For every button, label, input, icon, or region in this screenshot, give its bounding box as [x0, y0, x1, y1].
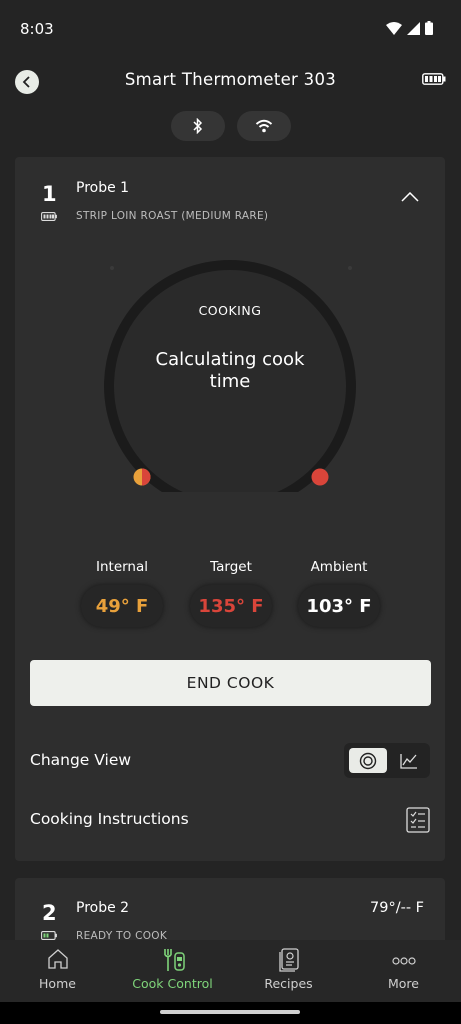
graph-view-icon [400, 753, 417, 769]
thermometer-battery-icon [422, 73, 446, 85]
cell-signal-icon [407, 21, 420, 35]
status-icons [386, 21, 433, 35]
status-time: 8:03 [20, 20, 54, 38]
nav-label: Home [39, 976, 76, 991]
ambient-label: Ambient [310, 559, 368, 575]
probe-number: 2 [42, 901, 57, 925]
probe-battery-charging-icon [41, 931, 57, 940]
nav-recipes[interactable]: Recipes [231, 940, 346, 1002]
nav-more[interactable]: More [346, 940, 461, 1002]
instructions-checklist-icon[interactable] [406, 807, 430, 833]
end-cook-button[interactable]: END COOK [30, 660, 431, 706]
wifi-icon [255, 119, 273, 133]
internal-label: Internal [95, 559, 149, 575]
target-temp-marker [311, 468, 329, 486]
nav-home[interactable]: Home [0, 940, 115, 1002]
dial-view-button[interactable] [349, 748, 387, 773]
more-icon [391, 957, 416, 965]
status-bar: 8:03 [0, 0, 461, 56]
probe-temp: 79°/-- F [370, 900, 424, 916]
probe-name: Probe 2 [76, 900, 130, 916]
cook-state-label: COOKING [198, 303, 262, 318]
target-label: Target [210, 559, 252, 575]
cook-control-icon [163, 949, 185, 971]
probe-1-card: 1 Probe 1 STRIP LOIN ROAST (MEDIUM RARE)… [15, 157, 445, 861]
page-title: Smart Thermometer 303 [124, 70, 337, 89]
nav-cook-control[interactable]: Cook Control [115, 940, 230, 1002]
bluetooth-icon [193, 118, 203, 134]
recipes-icon [278, 948, 299, 972]
probe-battery-icon [41, 212, 57, 221]
target-temp-value[interactable]: 135° F [190, 585, 272, 627]
bluetooth-button[interactable] [171, 111, 225, 141]
probe-number: 1 [42, 182, 57, 206]
graph-view-button[interactable] [392, 748, 426, 773]
gesture-handle[interactable] [160, 1010, 300, 1014]
nav-label: Cook Control [132, 976, 213, 991]
cook-time-message: Calculating cook time [155, 349, 305, 392]
wifi-button[interactable] [237, 111, 291, 141]
battery-status-icon [425, 21, 433, 35]
app-header: Smart Thermometer 303 [0, 56, 461, 106]
internal-temp-marker [133, 468, 151, 486]
wifi-signal-icon [386, 21, 402, 35]
view-toggle [344, 743, 430, 778]
probe-recipe: STRIP LOIN ROAST (MEDIUM RARE) [76, 210, 269, 222]
collapse-chevron-icon[interactable] [401, 192, 419, 202]
ambient-temp-value: 103° F [298, 585, 380, 627]
change-view-label: Change View [30, 751, 132, 769]
nav-label: More [388, 976, 419, 991]
dial-view-icon [359, 752, 377, 769]
internal-temp-value: 49° F [81, 585, 163, 627]
home-icon [47, 949, 68, 969]
cooking-instructions-label[interactable]: Cooking Instructions [30, 810, 189, 828]
probe-name: Probe 1 [76, 180, 130, 196]
nav-label: Recipes [264, 976, 313, 991]
bottom-nav: Home Cook Control Recipes More [0, 940, 461, 1002]
